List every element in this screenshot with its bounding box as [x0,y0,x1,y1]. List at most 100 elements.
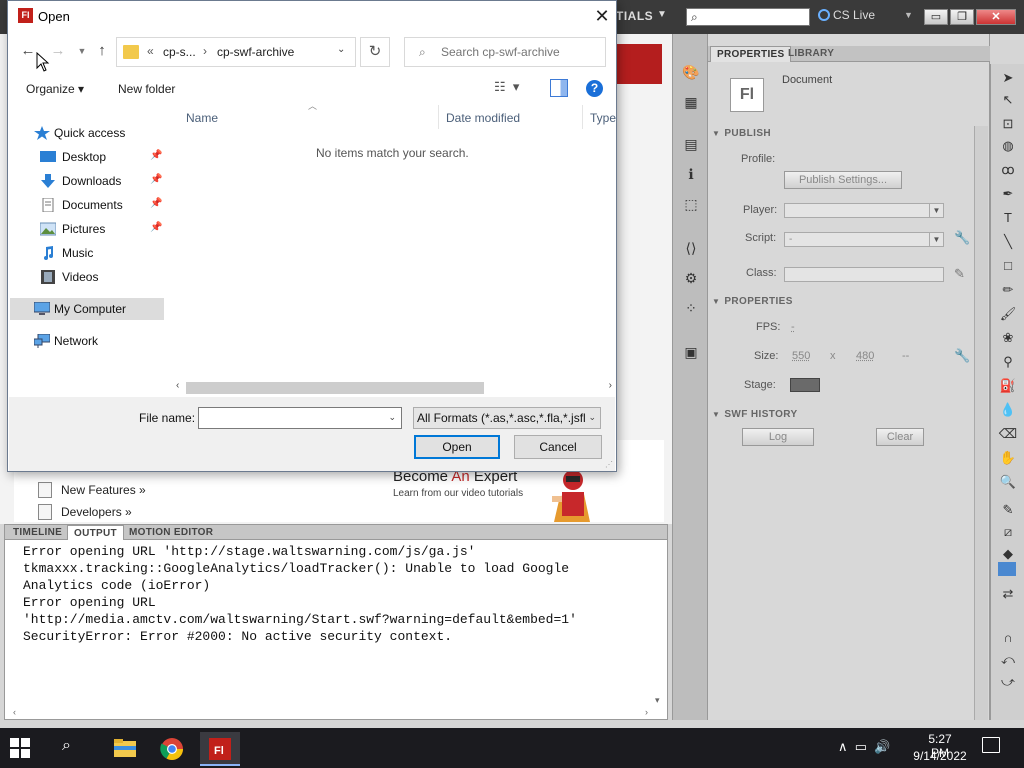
flash-taskbar-button[interactable]: Fl [200,732,240,766]
column-divider[interactable] [438,105,439,129]
chevron-down-icon[interactable]: ⌄ [388,412,396,423]
scrollbar-thumb[interactable] [186,382,484,394]
scroll-right-icon[interactable]: › [609,380,612,391]
file-explorer-taskbar-button[interactable] [104,732,144,766]
sidebar-item-documents[interactable]: Documents 📌 [10,194,164,216]
3d-rotation-tool-icon[interactable]: ◍ [997,136,1019,156]
brush-tool-icon[interactable]: 🖌 [997,304,1019,324]
start-button[interactable] [10,738,30,758]
clear-button[interactable]: Clear [876,428,924,446]
tab-output[interactable]: OUTPUT [67,525,124,540]
stage-color-swatch[interactable] [790,378,820,392]
player-select[interactable]: ▼ [784,203,944,218]
sidebar-item-videos[interactable]: Videos [10,266,164,288]
sidebar-item-music[interactable]: Music [10,242,164,264]
info-icon[interactable]: ℹ [681,164,701,184]
notification-icon[interactable] [982,737,1000,753]
cancel-button[interactable]: Cancel [514,435,602,459]
help-icon[interactable]: ? [586,80,603,97]
forward-arrow-icon[interactable]: → [48,41,68,61]
components-icon[interactable]: ⚙ [681,268,701,288]
paint-bucket-tool-icon[interactable]: ⛽ [997,376,1019,396]
selection-tool-icon[interactable]: ➤ [997,68,1019,88]
column-divider[interactable] [582,105,583,129]
new-features-link[interactable]: New Features » [61,483,146,497]
resize-grip-icon[interactable]: ⋰ [605,460,613,469]
zoom-tool-icon[interactable]: 🔍 [997,472,1019,492]
change-view-icon[interactable]: ☷ ▾ [494,79,534,99]
sidebar-item-quick-access[interactable]: Quick access [10,122,164,144]
close-icon[interactable]: ✕ [590,5,614,27]
chrome-taskbar-button[interactable] [152,732,192,766]
wrench-icon[interactable]: 🔧 [954,348,970,364]
publish-settings-button[interactable]: Publish Settings... [784,171,902,189]
fps-value[interactable]: - [791,321,795,333]
chevron-down-icon[interactable]: ▼ [904,10,913,20]
rectangle-tool-icon[interactable]: □ [997,256,1019,276]
file-type-filter-select[interactable]: All Formats (*.as,*.asc,*.fla,*.jsfl ⌄ [413,407,601,429]
properties-section-header[interactable]: ▼ PROPERTIES [712,296,974,312]
properties-scrollbar[interactable] [974,126,988,720]
column-header-date-modified[interactable]: Date modified [446,111,520,125]
smooth-icon[interactable]: ⤺ [997,650,1019,670]
project-icon[interactable]: ▣ [681,342,701,362]
breadcrumb-current[interactable]: cp-swf-archive [217,45,294,59]
workspace-switcher[interactable]: TIALS [616,9,653,23]
close-button[interactable]: ✕ [976,9,1016,25]
subselection-tool-icon[interactable]: ↖ [997,90,1019,110]
organize-button[interactable]: Organize ▾ [26,82,84,96]
free-transform-tool-icon[interactable]: ⊡ [997,114,1019,134]
pen-tool-icon[interactable]: ✒ [997,184,1019,204]
pin-icon[interactable]: 📌 [150,150,162,161]
sidebar-item-desktop[interactable]: Desktop 📌 [10,146,164,168]
text-tool-icon[interactable]: T [997,208,1019,228]
hand-tool-icon[interactable]: ✋ [997,448,1019,468]
snap-to-objects-icon[interactable]: ∩ [997,628,1019,648]
tab-motion-editor[interactable]: MOTION EDITOR [123,525,219,540]
publish-section-header[interactable]: ▼ PUBLISH [712,128,974,144]
sidebar-item-pictures[interactable]: Pictures 📌 [10,218,164,240]
chevron-down-icon[interactable]: ▼ [657,9,667,20]
line-tool-icon[interactable]: ╲ [997,232,1019,252]
new-folder-button[interactable]: New folder [118,82,175,96]
chevron-down-icon[interactable]: ⌄ [337,44,345,55]
pin-icon[interactable]: 📌 [150,198,162,209]
align-icon[interactable]: ▤ [681,134,701,154]
log-button[interactable]: Log [742,428,814,446]
column-header-name[interactable]: Name [186,111,218,125]
tab-timeline[interactable]: TIMELINE [7,525,68,540]
class-field[interactable] [784,267,944,282]
wrench-icon[interactable]: 🔧 [954,230,970,246]
developers-link[interactable]: Developers » [61,505,132,519]
fill-color-icon[interactable]: ◆ [997,544,1019,564]
cs-live-button[interactable]: CS Live [818,8,875,22]
search-input[interactable] [441,44,601,60]
swf-history-section-header[interactable]: ▼ SWF HISTORY [712,409,974,425]
swatches-icon[interactable]: ▦ [681,92,701,112]
color-palette-icon[interactable]: 🎨 [681,62,701,82]
search-box[interactable]: ⌕ [404,37,606,67]
up-arrow-icon[interactable]: ↑ [92,41,112,61]
scroll-left-icon[interactable]: ‹ [176,380,179,391]
deco-tool-icon[interactable]: ❀ [997,328,1019,348]
stroke-color-icon[interactable]: ✎ [997,500,1019,520]
output-vertical-scrollbar[interactable]: ▾ [653,543,665,703]
search-icon[interactable]: ⌕ [62,737,84,759]
help-search-input[interactable]: ⌕ [686,8,810,26]
sidebar-item-network[interactable]: Network [10,330,164,352]
tab-properties[interactable]: PROPERTIES [710,46,792,62]
width-value[interactable]: 550 [792,350,810,362]
pencil-tool-icon[interactable]: ✏ [997,280,1019,300]
script-select[interactable]: - ▼ [784,232,944,247]
motion-presets-icon[interactable]: ⁘ [681,298,701,318]
eyedropper-tool-icon[interactable]: 💧 [997,400,1019,420]
tab-library[interactable]: LIBRARY [782,46,840,62]
pencil-icon[interactable]: ✎ [954,266,965,282]
minimize-button[interactable]: ▭ [924,9,948,25]
lasso-tool-icon[interactable]: ꝏ [997,160,1019,180]
transform-icon[interactable]: ⬚ [681,194,701,214]
back-arrow-icon[interactable]: ← [18,41,38,61]
file-name-input[interactable]: ⌄ [198,407,402,429]
maximize-button[interactable]: ❐ [950,9,974,25]
output-log[interactable]: Error opening URL 'http://stage.waltswar… [23,543,653,703]
